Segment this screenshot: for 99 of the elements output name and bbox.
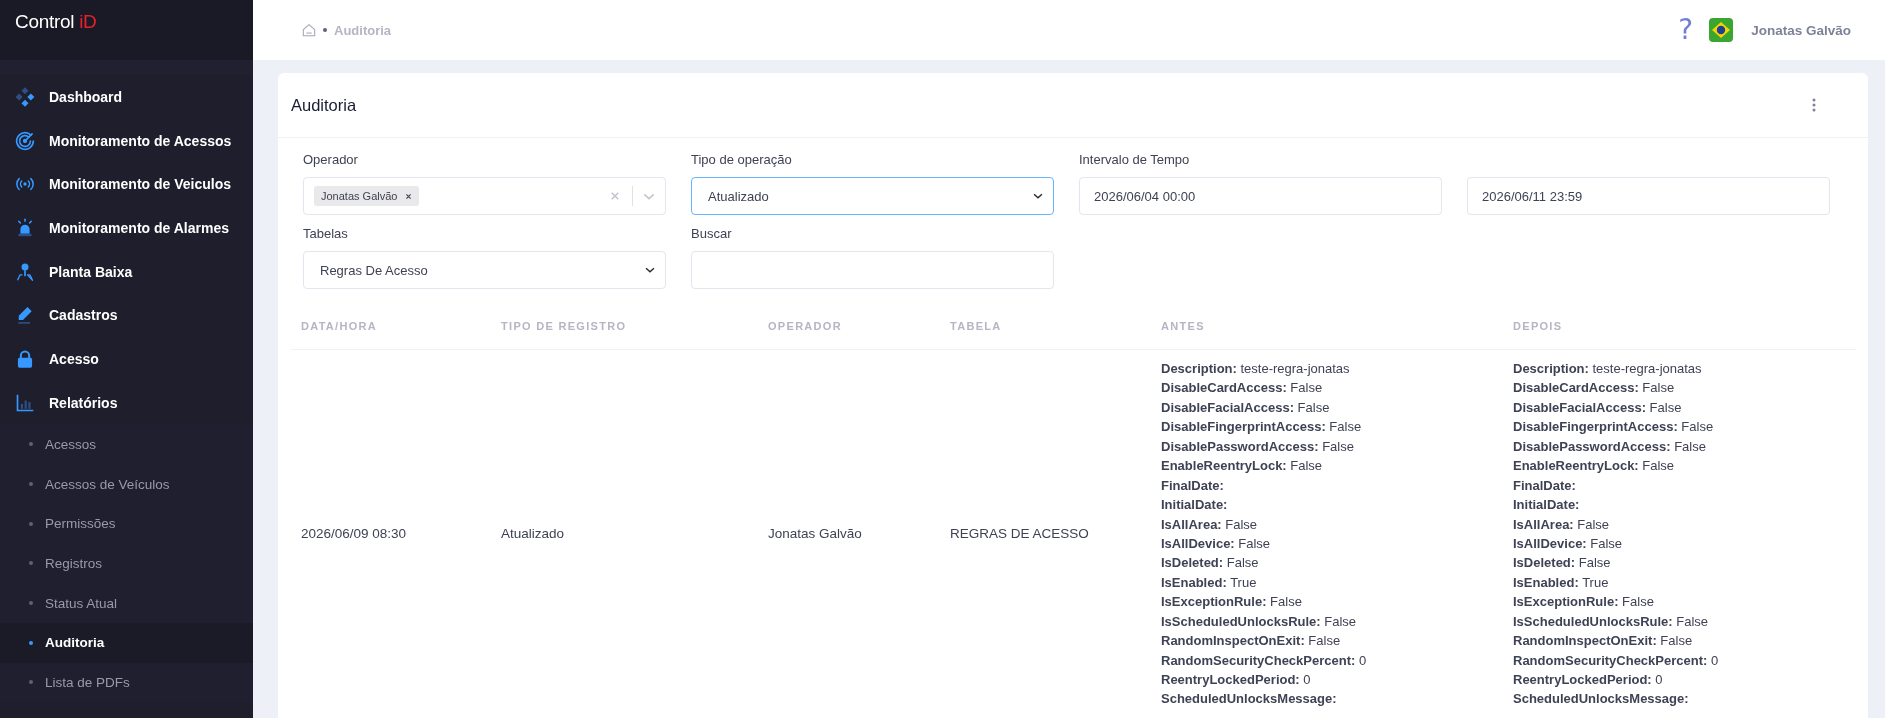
- column-header: DATA/HORA: [291, 303, 491, 350]
- property-line: ScheduledUnlocksMessage:: [1513, 690, 1690, 709]
- sidebar-item[interactable]: Monitoramento de Veiculos: [0, 162, 253, 207]
- clear-icon[interactable]: [610, 191, 620, 201]
- date-field[interactable]: 2026/06/11 23:59: [1467, 177, 1830, 215]
- property-line: EnableReentryLock: False: [1161, 457, 1324, 476]
- flag-icon[interactable]: [1709, 18, 1734, 42]
- table-cell: Atualizado: [501, 526, 565, 542]
- submenu-item[interactable]: Registros: [0, 543, 253, 584]
- property-line: IsScheduledUnlocksRule: False: [1513, 612, 1710, 631]
- column-header: OPERADOR: [758, 303, 940, 350]
- sidebar-item[interactable]: Monitoramento de Acessos: [0, 118, 253, 163]
- field-label: Intervalo de Tempo: [1079, 151, 1191, 169]
- separator-dot-icon: [323, 28, 327, 32]
- table-cell: Jonatas Galvão: [768, 526, 862, 542]
- sidebar-item[interactable]: Acesso: [0, 337, 253, 381]
- submenu-item[interactable]: Permissões: [0, 503, 253, 544]
- table-cell: 2026/06/09 08:30: [301, 526, 407, 542]
- radar-icon: [15, 130, 35, 151]
- property-line: IsEnabled: True: [1513, 573, 1610, 592]
- property-line: ReentryLockedPeriod: 0: [1161, 671, 1312, 689]
- property-line: DisableFingerprintAccess: False: [1161, 418, 1363, 437]
- property-line: IsExceptionRule: False: [1513, 593, 1655, 612]
- property-line: Description: teste-regra-jonatas: [1161, 360, 1351, 378]
- bullet-icon: [29, 601, 33, 606]
- property-line: ScheduledUnlocksMessage:: [1161, 690, 1338, 709]
- vertical-dots-icon[interactable]: [1812, 98, 1816, 112]
- bullet-icon: [29, 561, 33, 566]
- submenu-item[interactable]: Acessos de Veículos: [0, 464, 253, 504]
- field-label: Tipo de operação: [691, 151, 793, 169]
- property-line: IsEnabled: True: [1161, 573, 1258, 592]
- property-line: ReentryLockedPeriod: 0: [1513, 671, 1664, 689]
- property-line: FinalDate:: [1161, 476, 1225, 495]
- property-line: IsAllDevice: False: [1513, 534, 1624, 553]
- lock-icon: [15, 348, 35, 369]
- brand-logo: Control iD: [15, 11, 97, 33]
- caret-icon[interactable]: [643, 192, 655, 200]
- bullet-icon: [29, 442, 33, 447]
- caret-icon: [1033, 193, 1043, 199]
- submenu-item[interactable]: Auditoria: [0, 622, 253, 663]
- property-line: RandomSecurityCheckPercent: 0: [1161, 651, 1368, 670]
- bullet-icon: [29, 680, 33, 685]
- property-line: IsAllDevice: False: [1161, 534, 1272, 553]
- property-line: DisableFacialAccess: False: [1161, 398, 1331, 417]
- property-line: RandomInspectOnExit: False: [1513, 632, 1694, 651]
- caret-icon: [645, 267, 655, 273]
- property-line: DisableCardAccess: False: [1161, 379, 1324, 398]
- field-label: Tabelas: [303, 225, 349, 243]
- tag-label: Jonatas Galvão: [321, 190, 398, 202]
- search-field[interactable]: [691, 251, 1054, 289]
- property-line: RandomInspectOnExit: False: [1161, 632, 1342, 651]
- column-header: DEPOIS: [1503, 303, 1856, 350]
- sidebar-item[interactable]: Monitoramento de Alarmes: [0, 206, 253, 250]
- property-line: IsScheduledUnlocksRule: False: [1161, 612, 1358, 631]
- diamonds-icon: [15, 86, 35, 107]
- field-label: Operador: [303, 151, 359, 169]
- property-line: Description: teste-regra-jonatas: [1513, 360, 1703, 378]
- property-line: RandomSecurityCheckPercent: 0: [1513, 651, 1720, 670]
- home-icon[interactable]: [302, 23, 316, 37]
- property-line: DisablePasswordAccess: False: [1161, 437, 1355, 456]
- table-cell: REGRAS DE ACESSO: [950, 526, 1089, 542]
- map-pin-icon: [15, 261, 35, 282]
- property-line: DisableFingerprintAccess: False: [1513, 418, 1715, 437]
- help-button[interactable]: ?: [1678, 16, 1694, 44]
- property-line: IsDeleted: False: [1513, 554, 1612, 573]
- date-field[interactable]: 2026/06/04 00:00: [1079, 177, 1442, 215]
- user-name[interactable]: Jonatas Galvão: [1751, 22, 1851, 38]
- column-header: TABELA: [940, 303, 1151, 350]
- select-field[interactable]: Regras De Acesso: [303, 251, 666, 289]
- property-line: InitialDate:: [1161, 496, 1229, 515]
- property-line: IsExceptionRule: False: [1161, 593, 1303, 612]
- remove-icon[interactable]: [405, 192, 413, 200]
- sidebar-item[interactable]: Dashboard: [0, 75, 253, 119]
- property-line: FinalDate:: [1513, 476, 1577, 495]
- sidebar-item[interactable]: Relatórios: [0, 380, 253, 425]
- bar-chart-icon: [15, 392, 35, 413]
- property-line: InitialDate:: [1513, 496, 1581, 515]
- property-line: IsAllArea: False: [1513, 515, 1611, 534]
- bullet-icon: [29, 521, 33, 526]
- submenu-item[interactable]: Acessos: [0, 424, 253, 465]
- property-line: DisableCardAccess: False: [1513, 379, 1676, 398]
- siren-icon: [15, 217, 35, 238]
- submenu-item[interactable]: Status Atual: [0, 583, 253, 623]
- card-title: Auditoria: [291, 95, 357, 115]
- operator-select[interactable]: Jonatas Galvão: [303, 177, 666, 215]
- field-label: Buscar: [691, 225, 733, 243]
- select-field[interactable]: Atualizado: [691, 177, 1054, 215]
- property-line: EnableReentryLock: False: [1513, 457, 1676, 476]
- bullet-icon: [29, 482, 33, 487]
- sidebar-item[interactable]: Cadastros: [0, 293, 253, 338]
- property-line: DisablePasswordAccess: False: [1513, 437, 1707, 456]
- submenu-item[interactable]: Lista de PDFs: [0, 662, 253, 703]
- column-header: ANTES: [1151, 303, 1503, 350]
- property-line: IsDeleted: False: [1161, 554, 1260, 573]
- sidebar-item[interactable]: Planta Baixa: [0, 249, 253, 294]
- property-line: IsAllArea: False: [1161, 515, 1259, 534]
- bullet-icon: [29, 640, 33, 645]
- column-header: TIPO DE REGISTRO: [491, 303, 758, 350]
- property-line: DisableFacialAccess: False: [1513, 398, 1683, 417]
